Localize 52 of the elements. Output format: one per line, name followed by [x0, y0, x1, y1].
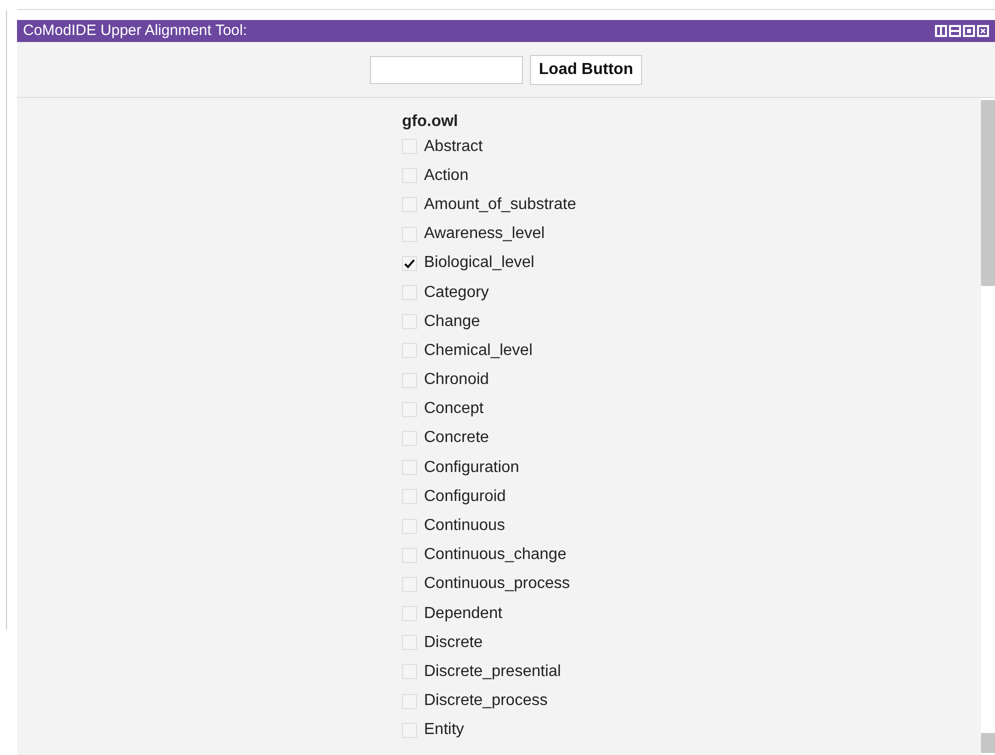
checkbox[interactable] — [402, 139, 417, 154]
checkbox[interactable] — [402, 372, 417, 388]
class-label: Chemical_level — [424, 340, 532, 361]
checkbox[interactable] — [402, 694, 417, 709]
class-label: Entity — [424, 720, 464, 740]
class-label: Discrete_process — [424, 691, 548, 712]
class-label: Discrete_presential — [424, 662, 561, 682]
split-vertical-icon[interactable] — [935, 25, 947, 37]
checkbox[interactable] — [402, 314, 417, 330]
ontology-name: gfo.owl — [402, 112, 459, 132]
panel-title: CoModIDE Upper Alignment Tool: — [23, 20, 248, 41]
checkbox[interactable] — [402, 168, 417, 184]
class-label: Biological_level — [424, 253, 534, 274]
scrollbar-thumb[interactable] — [981, 100, 995, 286]
class-label: Configuration — [424, 458, 520, 478]
checkbox[interactable] — [402, 722, 417, 738]
class-label: Chronoid — [424, 370, 489, 390]
class-label: Continuous_change — [424, 545, 566, 566]
checkbox[interactable] — [402, 606, 417, 622]
class-label: Configuroid — [424, 486, 506, 507]
load-button[interactable]: Load Button — [530, 54, 642, 84]
checkbox[interactable] — [402, 635, 417, 650]
checkbox[interactable] — [402, 402, 417, 417]
class-label: Continuous_process — [424, 574, 570, 594]
checkbox[interactable] — [402, 664, 417, 680]
checkbox[interactable] — [402, 576, 417, 592]
class-label: Concrete — [424, 428, 489, 448]
class-label: Amount_of_substrate — [424, 194, 576, 215]
checkbox[interactable] — [402, 430, 417, 446]
maximize-icon[interactable] — [963, 25, 975, 37]
class-label: Category — [424, 282, 489, 303]
checkbox[interactable] — [402, 226, 417, 242]
checkbox[interactable] — [402, 460, 417, 476]
class-label: Continuous — [424, 516, 505, 536]
checkbox[interactable] — [402, 256, 417, 271]
class-label: Awareness_level — [424, 224, 545, 244]
checkbox[interactable] — [402, 343, 417, 358]
class-label: Dependent — [424, 604, 502, 624]
scrollbar-thumb[interactable] — [981, 733, 995, 753]
class-label: Concept — [424, 399, 484, 420]
checkbox[interactable] — [402, 548, 417, 563]
class-label: Abstract — [424, 136, 483, 157]
checkbox[interactable] — [402, 518, 417, 534]
split-horizontal-icon[interactable] — [949, 25, 961, 37]
checkbox[interactable] — [402, 489, 417, 504]
file-input-field[interactable] — [370, 56, 523, 84]
checkbox[interactable] — [402, 197, 417, 212]
close-icon[interactable] — [977, 25, 989, 37]
class-label: Action — [424, 166, 468, 186]
checkbox[interactable] — [402, 285, 417, 300]
class-label: Change — [424, 312, 480, 332]
class-label: Discrete — [424, 632, 483, 653]
